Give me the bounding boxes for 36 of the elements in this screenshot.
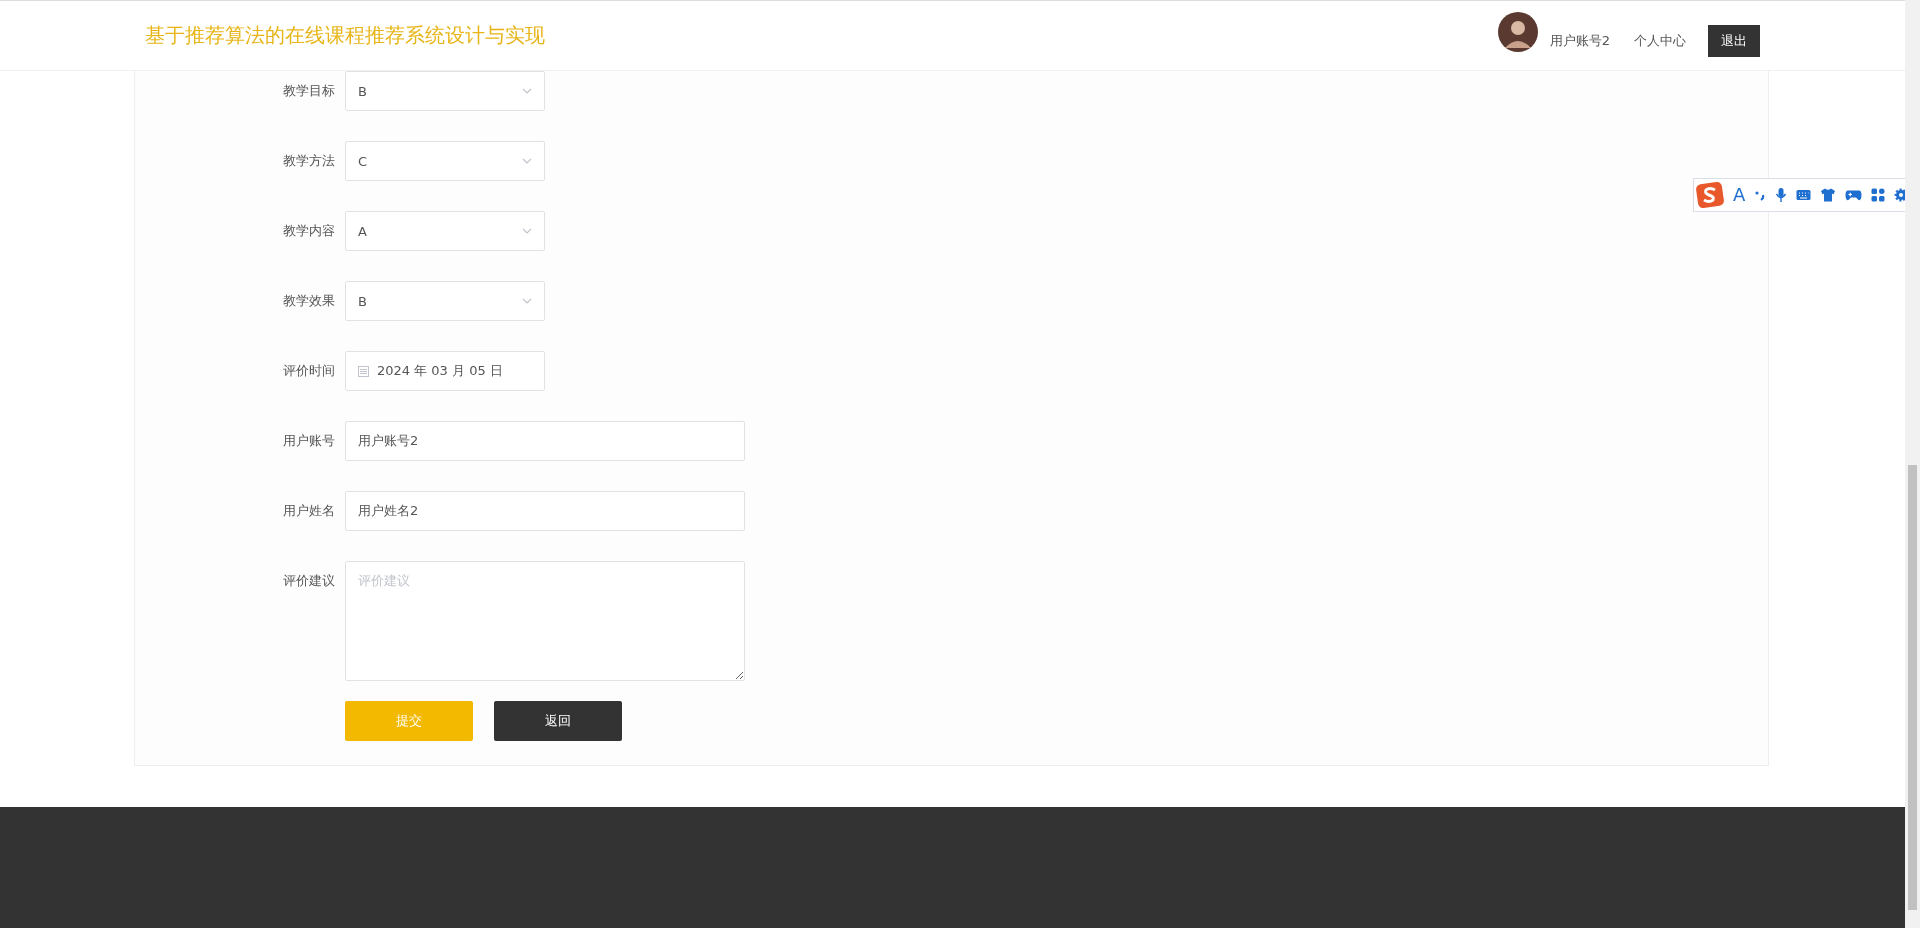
logout-button[interactable]: 退出 bbox=[1708, 24, 1760, 57]
field-label: 用户姓名 bbox=[282, 502, 336, 520]
chevron-icon bbox=[522, 228, 532, 234]
field-label: 评价建议 bbox=[282, 572, 336, 590]
logo-icon[interactable] bbox=[1696, 182, 1724, 208]
select-field[interactable]: C bbox=[345, 141, 545, 181]
field-label: 评价时间 bbox=[282, 362, 336, 380]
chevron-icon bbox=[522, 88, 532, 94]
user-name[interactable]: 用户账号2 bbox=[1549, 31, 1610, 50]
field-label: 用户账号 bbox=[282, 432, 336, 450]
text-field[interactable]: 用户姓名2 bbox=[345, 491, 745, 531]
profile-link[interactable]: 个人中心 bbox=[1634, 31, 1686, 50]
select-field[interactable]: B bbox=[345, 281, 545, 321]
back-button[interactable]: 返回 bbox=[494, 701, 622, 741]
keyboard-icon[interactable] bbox=[1796, 189, 1812, 201]
gamepad-icon[interactable] bbox=[1845, 188, 1863, 202]
date-field[interactable]: 2024 年 03 月 05 日 bbox=[345, 351, 545, 391]
textarea-field[interactable]: 评价建议 bbox=[345, 561, 745, 681]
field-label: 教学方法 bbox=[282, 152, 336, 170]
scrollbar[interactable] bbox=[1905, 0, 1920, 928]
input-mode[interactable]: A bbox=[1733, 186, 1746, 204]
microphone-icon[interactable] bbox=[1775, 187, 1788, 203]
shirt-icon[interactable] bbox=[1820, 188, 1837, 202]
scrollbar-thumb[interactable] bbox=[1908, 465, 1917, 910]
grid-icon[interactable] bbox=[1871, 188, 1886, 202]
chevron-icon bbox=[522, 158, 532, 164]
text-field[interactable]: 用户账号2 bbox=[345, 421, 745, 461]
calendar-icon bbox=[358, 365, 369, 377]
select-field[interactable]: B bbox=[345, 71, 545, 111]
field-label: 教学内容 bbox=[282, 222, 336, 240]
chevron-icon bbox=[522, 298, 532, 304]
site-title: 基于推荐算法的在线课程推荐系统设计与实现 bbox=[145, 22, 545, 49]
select-field[interactable]: A bbox=[345, 211, 545, 251]
avatar-icon[interactable] bbox=[1497, 11, 1538, 52]
field-label: 教学目标 bbox=[282, 82, 336, 100]
field-label: 教学效果 bbox=[282, 292, 336, 310]
